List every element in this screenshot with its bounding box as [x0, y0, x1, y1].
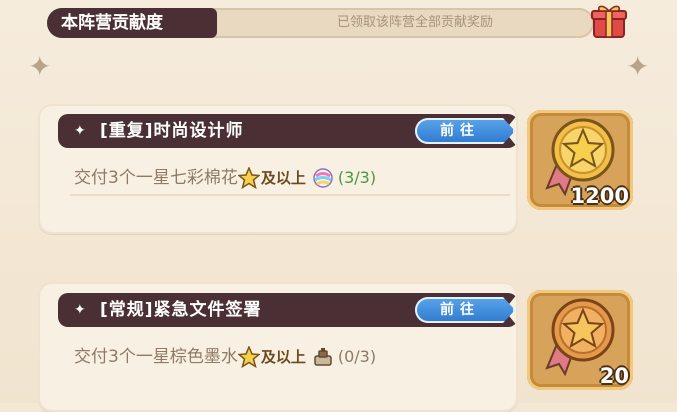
task-description-1: 交付3个一星七彩棉花 及以上 (3/3): [74, 163, 376, 193]
task-requirement-1: 交付3个一星七彩棉花: [74, 168, 238, 188]
star-quality-icon: [237, 167, 260, 189]
task-progress-2: (0/3): [337, 347, 377, 366]
go-button-2[interactable]: 前往: [415, 297, 515, 323]
star-quality-icon: [237, 346, 260, 368]
go-button-1[interactable]: 前往: [415, 118, 515, 144]
reward-amount-1: 1200: [570, 184, 629, 208]
quality-label-1: 及以上: [260, 169, 306, 187]
reward-claimed-status: 已领取该阵营全部贡献奖励: [336, 15, 493, 30]
task-title-2: [常规]紧急文件签署: [100, 300, 262, 320]
contribution-title: 本阵营贡献度: [47, 8, 217, 38]
task-progress-1: (3/3): [337, 168, 377, 187]
task-title-1: [重复]时尚设计师: [100, 121, 244, 141]
task-sparkle-icon-1: ✦: [74, 123, 86, 139]
task-description-2: 交付3个一星棕色墨水 及以上 (0/3): [74, 342, 376, 372]
gift-box-icon[interactable]: [590, 3, 628, 39]
task-divider-1: [70, 194, 510, 196]
brown-ink-icon: [314, 348, 332, 366]
reward-amount-2: 20: [599, 364, 629, 388]
sparkle-left-icon: ✦: [28, 50, 52, 83]
rainbow-cotton-icon: [313, 168, 333, 188]
task-requirement-2: 交付3个一星棕色墨水: [74, 347, 238, 367]
quality-label-2: 及以上: [260, 348, 306, 366]
sparkle-right-icon: ✦: [626, 50, 650, 83]
task-sparkle-icon-2: ✦: [74, 302, 86, 318]
